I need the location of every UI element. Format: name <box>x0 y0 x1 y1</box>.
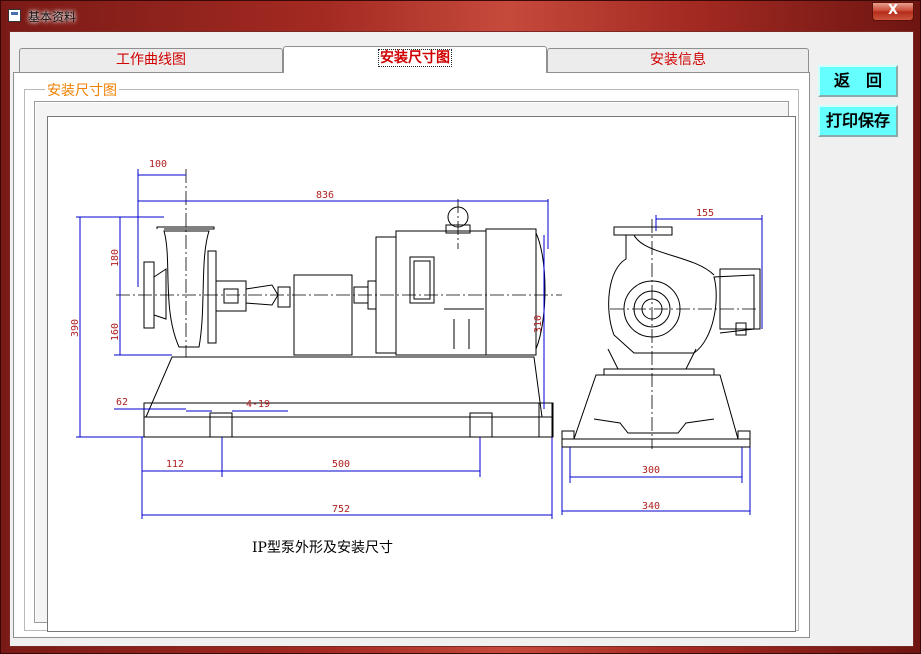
client-area: 工作曲线图 安装尺寸图 安装信息 100 836 180 160 390 310… <box>9 31 914 647</box>
dim-155: 155 <box>696 208 714 219</box>
dim-112: 112 <box>166 459 184 470</box>
print-save-button[interactable]: 打印保存 <box>818 105 898 137</box>
tab-work-curve[interactable]: 工作曲线图 <box>19 48 283 72</box>
dim-180: 180 <box>110 249 121 267</box>
window-title: 基本资料 <box>28 10 77 24</box>
dim-62: 62 <box>116 397 128 408</box>
pump-drawing: 100 836 180 160 390 310 62 4-19 112 500 … <box>70 159 763 519</box>
drawing-caption: IP型泵外形及安装尺寸 <box>252 540 393 556</box>
title-bar[interactable]: 基本资料 X <box>1 1 920 31</box>
tab-label: 安装信息 <box>650 52 706 68</box>
tab-label: 工作曲线图 <box>116 52 186 68</box>
tab-label: 安装尺寸图 <box>378 49 452 67</box>
dim-160: 160 <box>110 323 121 341</box>
dim-100: 100 <box>149 159 167 170</box>
dim-310: 310 <box>533 315 544 333</box>
pump-side-view <box>143 206 554 438</box>
tab-install-dimensions[interactable]: 安装尺寸图 <box>283 46 547 73</box>
main-window: 基本资料 X 工作曲线图 安装尺寸图 安装信息 100 836 180 160 … <box>0 0 921 654</box>
back-button[interactable]: 返 回 <box>818 65 898 97</box>
tab-panel: 100 836 180 160 390 310 62 4-19 112 500 … <box>13 72 810 638</box>
pump-end-view <box>561 226 761 448</box>
close-button[interactable]: X <box>872 2 914 21</box>
center-lines <box>116 169 756 449</box>
app-icon <box>8 9 21 22</box>
drawing-canvas: 100 836 180 160 390 310 62 4-19 112 500 … <box>47 116 796 632</box>
dim-390: 390 <box>70 319 81 337</box>
dim-4-19: 4-19 <box>246 399 270 410</box>
dim-340: 340 <box>642 501 660 512</box>
tab-install-info[interactable]: 安装信息 <box>547 48 809 72</box>
dim-300: 300 <box>642 465 660 476</box>
dim-752: 752 <box>332 504 350 515</box>
dim-500: 500 <box>332 459 350 470</box>
group-label: 安装尺寸图 <box>45 80 119 100</box>
dim-836: 836 <box>316 190 334 201</box>
install-dimensions-group: 100 836 180 160 390 310 62 4-19 112 500 … <box>24 80 799 632</box>
drawing-frame: 100 836 180 160 390 310 62 4-19 112 500 … <box>34 101 796 632</box>
